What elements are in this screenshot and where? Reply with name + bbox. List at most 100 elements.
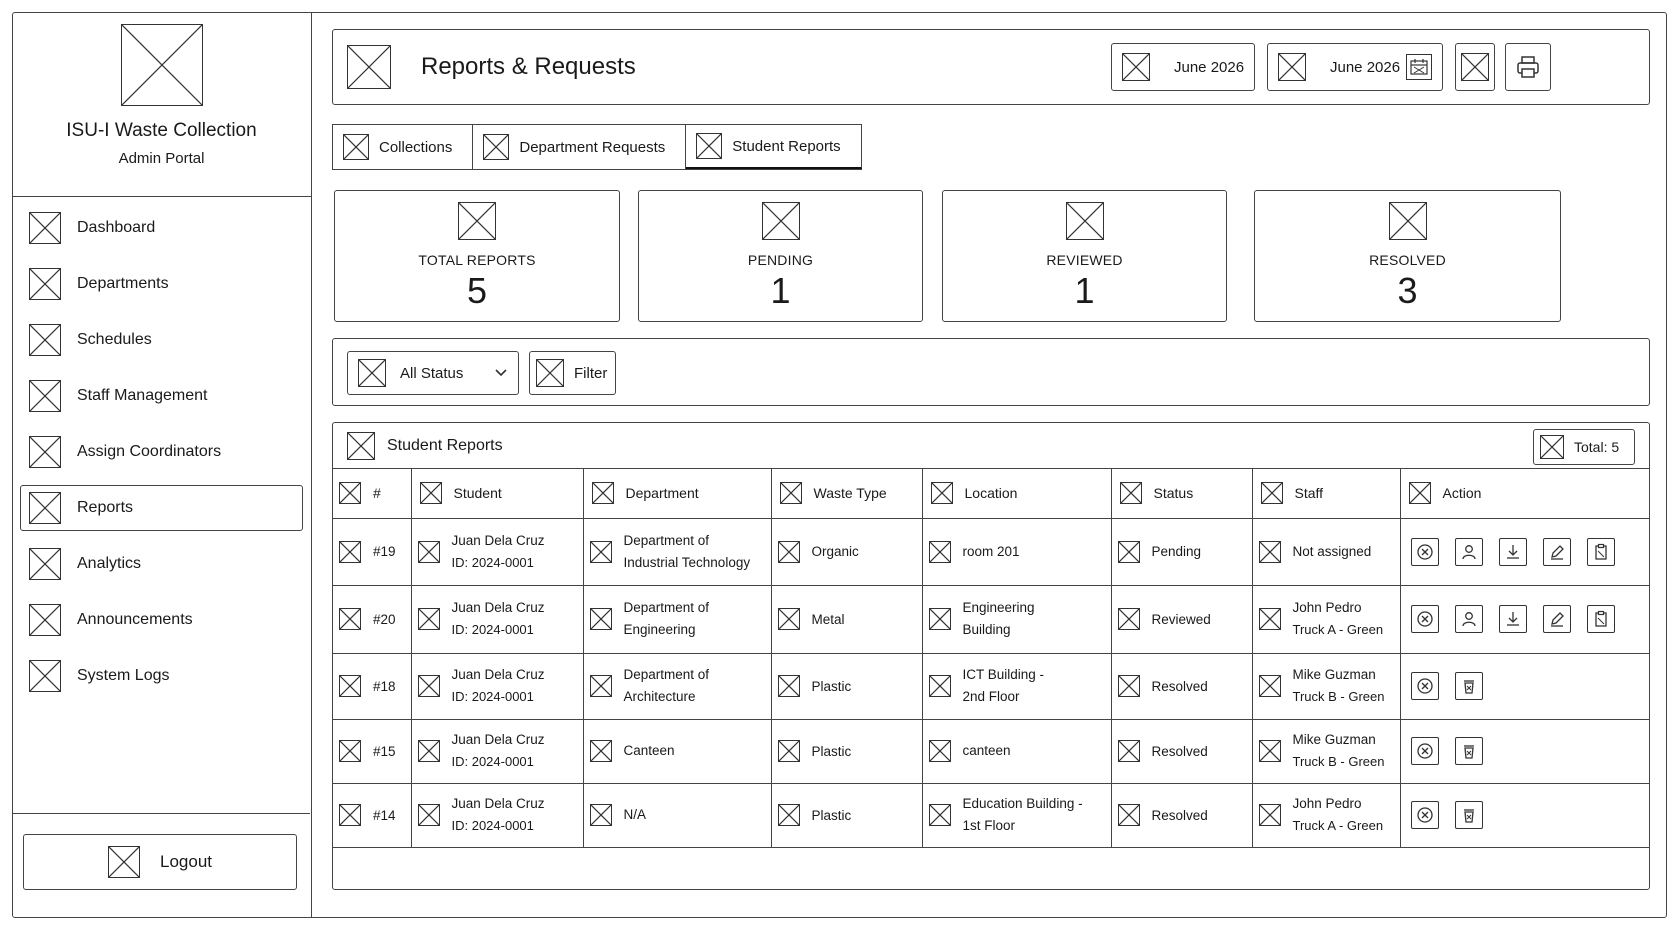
filter-button[interactable]: Filter: [529, 351, 616, 395]
department-name: Department of: [623, 600, 710, 615]
clipboard-button[interactable]: [1586, 537, 1615, 566]
row-select-icon[interactable]: [339, 675, 361, 697]
reject-button[interactable]: [1410, 672, 1439, 700]
stat-card-pending: PENDING 1: [638, 190, 923, 322]
student-id: ID: 2024-0001: [451, 622, 534, 637]
department-icon: [589, 608, 612, 630]
status-icon: [1117, 540, 1140, 563]
app-subtitle: Admin Portal: [118, 150, 205, 167]
brand: ISU-I Waste Collection Admin Portal: [12, 12, 311, 197]
sidebar-item-schedules[interactable]: Schedules: [20, 317, 303, 363]
department-name: Canteen: [623, 743, 675, 758]
reject-button[interactable]: [1410, 605, 1439, 633]
page-title: Reports & Requests: [421, 53, 636, 80]
app-title: ISU-I Waste Collection: [66, 120, 257, 141]
row-select-icon[interactable]: [339, 804, 361, 826]
recycle-button[interactable]: [1454, 672, 1483, 700]
sidebar-item-analytics[interactable]: Analytics: [20, 541, 303, 587]
sidebar-item-system-logs[interactable]: System Logs: [20, 653, 303, 699]
edit-button[interactable]: [1542, 537, 1571, 566]
location-text: room 201: [962, 543, 1020, 559]
recycle-button[interactable]: [1454, 801, 1483, 829]
row-select-icon[interactable]: [339, 740, 361, 762]
sidebar-item-staff-management[interactable]: Staff Management: [20, 373, 303, 419]
assign-staff-button[interactable]: [1454, 605, 1483, 633]
department-icon: [589, 540, 612, 563]
status-select-icon: [358, 359, 386, 387]
status-badge: Resolved: [1151, 678, 1208, 694]
month-icon: [1122, 53, 1150, 81]
date-picker[interactable]: June 2026: [1267, 43, 1443, 91]
column-header[interactable]: Student: [411, 469, 584, 519]
download-icon: [1504, 543, 1522, 561]
month-button[interactable]: June 2026: [1111, 43, 1255, 91]
column-header[interactable]: Staff: [1252, 469, 1401, 519]
column-icon: [339, 482, 361, 505]
column-header[interactable]: Action: [1400, 469, 1649, 519]
assign-staff-button[interactable]: [1454, 537, 1483, 566]
table-row[interactable]: #20 Juan Dela Cruz ID: 2024-0001 Department…: [333, 585, 1649, 654]
department-name: Industrial Technology: [623, 554, 751, 570]
column-header-label: Department: [625, 485, 699, 502]
tab-collections[interactable]: Collections: [333, 125, 474, 169]
edit-button[interactable]: [1542, 605, 1571, 633]
table-row[interactable]: #18 Juan Dela Cruz ID: 2024-0001 Department…: [333, 653, 1649, 720]
sidebar-item-reports[interactable]: Reports: [20, 485, 303, 531]
staff-icon: [1258, 608, 1281, 630]
status-badge: Resolved: [1151, 743, 1208, 759]
row-select-icon[interactable]: [339, 608, 361, 630]
analytics-icon: [29, 548, 61, 580]
staff-icon: [1258, 675, 1281, 697]
tab-department-requests[interactable]: Department Requests: [473, 125, 687, 169]
print-icon: [1517, 56, 1539, 78]
waste-type-icon: [777, 540, 800, 563]
column-icon: [591, 482, 614, 505]
table-row[interactable]: #19 Juan Dela Cruz ID: 2024-0001 Department…: [333, 518, 1649, 586]
logout-button[interactable]: Logout: [23, 834, 297, 890]
row-select-icon[interactable]: [339, 540, 361, 563]
column-header[interactable]: Status: [1111, 469, 1253, 519]
calendar-icon[interactable]: [1406, 54, 1432, 80]
clear-button[interactable]: [1455, 43, 1495, 91]
tab-student-reports[interactable]: Student Reports: [686, 125, 862, 169]
department-icon: [589, 740, 612, 762]
waste-type: Plastic: [811, 743, 852, 759]
sidebar-item-assign-coordinators[interactable]: Assign Coordinators: [20, 429, 303, 475]
recycle-button[interactable]: [1454, 737, 1483, 765]
page-header: Reports & Requests June 2026 June 2026: [332, 29, 1650, 105]
truck-label: Truck B - Green: [1292, 689, 1385, 704]
column-header[interactable]: Location: [922, 469, 1112, 519]
edit-icon: [1548, 610, 1566, 628]
stat-label: PENDING: [747, 252, 814, 268]
print-button[interactable]: [1505, 43, 1551, 91]
student-name: Juan Dela Cruz: [451, 667, 545, 682]
sidebar-item-label: Announcements: [77, 611, 193, 628]
column-header[interactable]: Waste Type: [771, 469, 923, 519]
table-row[interactable]: #15 Juan Dela Cruz ID: 2024-0001 Canteen Pla…: [333, 719, 1649, 784]
column-header[interactable]: #: [333, 469, 412, 519]
sidebar-item-departments[interactable]: Departments: [20, 261, 303, 307]
filter-icon: [536, 359, 564, 387]
column-header-label: Staff: [1294, 485, 1324, 502]
department-icon: [589, 804, 612, 826]
column-header[interactable]: Department: [583, 469, 772, 519]
location-text: Education Building -: [962, 796, 1083, 811]
tab-label: Student Reports: [732, 137, 841, 155]
clipboard-button[interactable]: [1586, 605, 1615, 633]
status-select[interactable]: All Status: [347, 351, 519, 395]
sidebar-item-announcements[interactable]: Announcements: [20, 597, 303, 643]
reject-button[interactable]: [1410, 537, 1439, 566]
assign-staff-icon: [1460, 543, 1478, 561]
staff-name: John Pedro: [1292, 796, 1362, 811]
assign-staff-icon: [1460, 610, 1478, 628]
location-text: canteen: [962, 743, 1011, 758]
panel-title: Student Reports: [387, 436, 503, 454]
download-button[interactable]: [1498, 537, 1527, 566]
sidebar-item-label: Dashboard: [77, 219, 156, 236]
sidebar-item-dashboard[interactable]: Dashboard: [20, 205, 303, 251]
table-row[interactable]: #14 Juan Dela Cruz ID: 2024-0001 N/A Plastic…: [333, 783, 1649, 848]
reject-button[interactable]: [1410, 801, 1439, 829]
stat-value: 1: [770, 270, 791, 311]
download-button[interactable]: [1498, 605, 1527, 633]
reject-button[interactable]: [1410, 737, 1439, 765]
